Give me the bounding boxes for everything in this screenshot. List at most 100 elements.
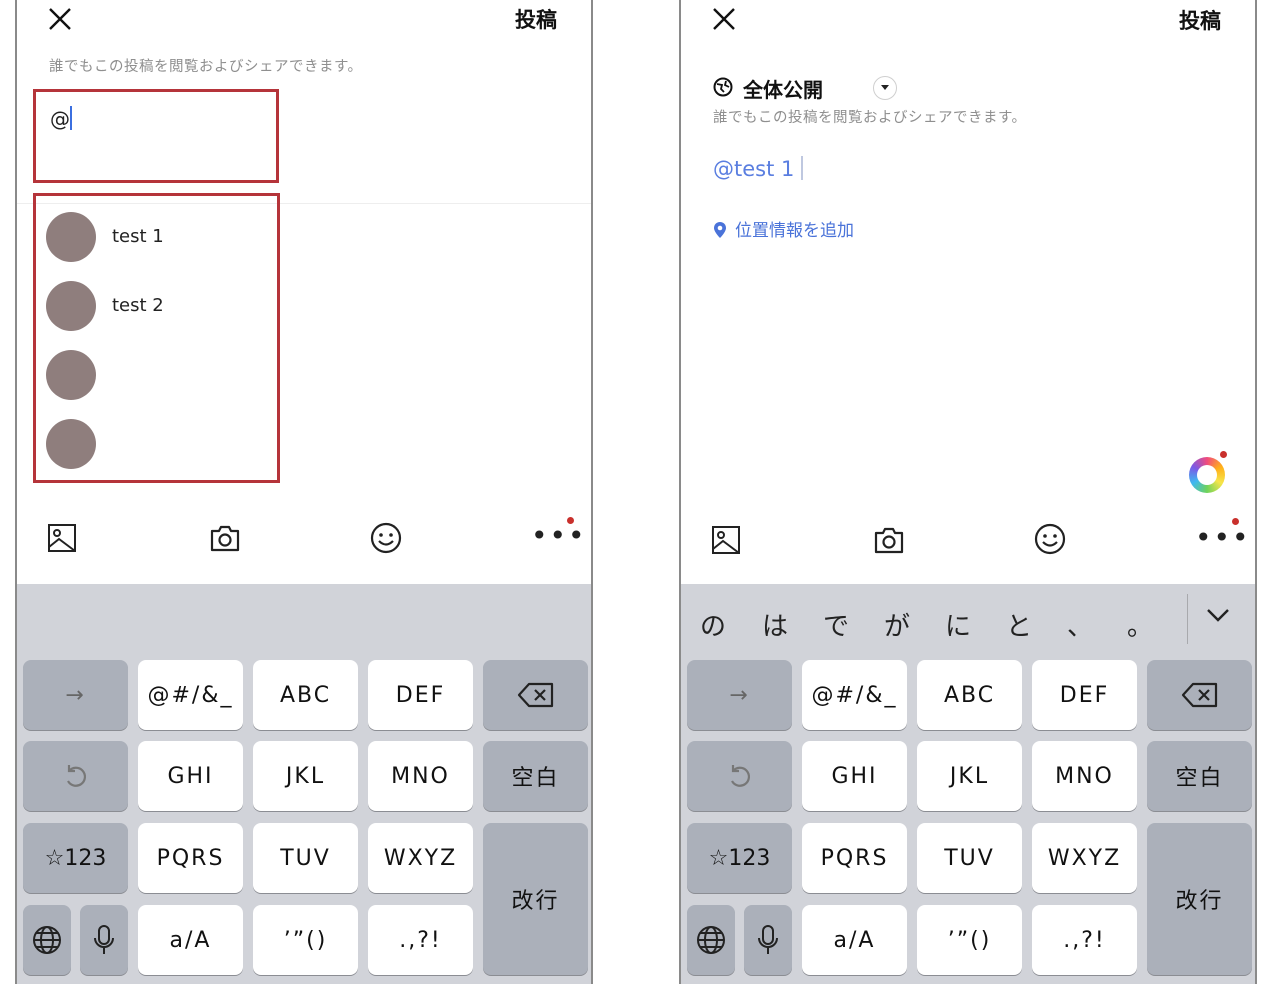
- key-punct[interactable]: .,?!: [1032, 905, 1137, 975]
- key-symbols[interactable]: @#/&_: [138, 660, 243, 730]
- backspace-icon: [1181, 682, 1217, 708]
- text-caret: [801, 156, 804, 180]
- key-case[interactable]: a/A: [138, 905, 243, 975]
- undo-icon: [730, 765, 750, 787]
- symbols-123-key[interactable]: ☆123: [687, 823, 792, 893]
- notification-dot: [1232, 518, 1239, 525]
- key-ghi[interactable]: GHI: [138, 741, 243, 811]
- prediction-bar: の は で が に と 、 。: [681, 584, 1255, 660]
- prediction-item[interactable]: 。: [1127, 606, 1153, 643]
- emoji-icon[interactable]: [1034, 523, 1066, 555]
- more-icon[interactable]: •••: [1195, 524, 1251, 552]
- right-screen: 投稿 全体公開 誰でもこの投稿を閲覧およびシェアできます。 @test 1 位置…: [679, 0, 1257, 984]
- chevron-down-icon[interactable]: [1205, 606, 1231, 628]
- prediction-item[interactable]: の: [700, 606, 726, 643]
- globe-icon: [697, 926, 725, 954]
- compose-input[interactable]: @test 1: [713, 156, 804, 181]
- camera-icon[interactable]: [873, 524, 905, 556]
- key-tuv[interactable]: TUV: [917, 823, 1022, 893]
- keyboard: → @#/&_ ABC DEF GHI JKL MNO 空白 ☆123 PQRS…: [17, 584, 591, 984]
- compose-input-text: @: [50, 107, 70, 131]
- visibility-hint: 誰でもこの投稿を閲覧およびシェアできます。: [713, 110, 1027, 126]
- prediction-item[interactable]: が: [884, 606, 910, 643]
- key-mno[interactable]: MNO: [368, 741, 473, 811]
- next-key[interactable]: →: [23, 660, 128, 730]
- compose-highlight: @: [33, 89, 279, 183]
- add-location-label: 位置情報を追加: [735, 221, 854, 241]
- close-icon[interactable]: [709, 4, 739, 34]
- more-icon[interactable]: •••: [531, 522, 587, 550]
- key-abc[interactable]: ABC: [917, 660, 1022, 730]
- key-quotes[interactable]: ’”(): [917, 905, 1022, 975]
- key-quotes[interactable]: ’”(): [253, 905, 358, 975]
- key-mno[interactable]: MNO: [1032, 741, 1137, 811]
- post-button[interactable]: 投稿: [1179, 5, 1221, 35]
- mention-item[interactable]: test 2: [46, 281, 266, 333]
- symbols-123-key[interactable]: ☆123: [23, 823, 128, 893]
- notification-dot: [567, 517, 574, 524]
- return-key[interactable]: 改行: [1147, 823, 1252, 975]
- image-icon[interactable]: [47, 523, 77, 553]
- key-pqrs[interactable]: PQRS: [138, 823, 243, 893]
- next-key[interactable]: →: [687, 660, 792, 730]
- location-pin-icon: [714, 222, 726, 238]
- chevron-down-icon[interactable]: [873, 76, 897, 100]
- close-icon[interactable]: [45, 4, 75, 34]
- key-case[interactable]: a/A: [802, 905, 907, 975]
- backspace-key[interactable]: [1147, 660, 1252, 730]
- compose-input[interactable]: @: [50, 106, 72, 131]
- mention-name: test 1: [112, 226, 164, 247]
- key-jkl[interactable]: JKL: [253, 741, 358, 811]
- key-def[interactable]: DEF: [1032, 660, 1137, 730]
- key-pqrs[interactable]: PQRS: [802, 823, 907, 893]
- mention-name: test 2: [112, 295, 164, 316]
- prediction-item[interactable]: で: [823, 606, 849, 643]
- avatar: [46, 350, 96, 400]
- undo-key[interactable]: [23, 741, 128, 811]
- prediction-item[interactable]: と: [1006, 606, 1032, 643]
- prediction-item[interactable]: 、: [1067, 606, 1093, 643]
- key-symbols[interactable]: @#/&_: [802, 660, 907, 730]
- mention-item[interactable]: [46, 350, 266, 402]
- microphone-icon: [758, 925, 778, 954]
- emoji-icon[interactable]: [370, 522, 402, 554]
- key-punct[interactable]: .,?!: [368, 905, 473, 975]
- undo-icon: [66, 765, 86, 787]
- text-caret: [70, 106, 72, 130]
- notification-dot: [1220, 451, 1227, 458]
- visibility-hint: 誰でもこの投稿を閲覧およびシェアできます。: [49, 59, 363, 75]
- post-button[interactable]: 投稿: [515, 4, 557, 34]
- prediction-item[interactable]: は: [762, 606, 788, 643]
- key-def[interactable]: DEF: [368, 660, 473, 730]
- left-screen: 投稿 誰でもこの投稿を閲覧およびシェアできます。 @ test 1 test 2…: [15, 0, 593, 984]
- divider: [1187, 594, 1188, 644]
- backspace-key[interactable]: [483, 660, 588, 730]
- mic-key[interactable]: [80, 905, 128, 975]
- key-jkl[interactable]: JKL: [917, 741, 1022, 811]
- globe-key[interactable]: [23, 905, 71, 975]
- key-wxyz[interactable]: WXYZ: [1032, 823, 1137, 893]
- mic-key[interactable]: [744, 905, 792, 975]
- camera-icon[interactable]: [209, 522, 241, 554]
- key-ghi[interactable]: GHI: [802, 741, 907, 811]
- mention-item[interactable]: [46, 419, 266, 471]
- prediction-item[interactable]: に: [945, 606, 971, 643]
- space-key[interactable]: 空白: [483, 741, 588, 811]
- key-abc[interactable]: ABC: [253, 660, 358, 730]
- key-wxyz[interactable]: WXYZ: [368, 823, 473, 893]
- space-key[interactable]: 空白: [1147, 741, 1252, 811]
- globe-key[interactable]: [687, 905, 735, 975]
- backspace-icon: [517, 682, 553, 708]
- image-icon[interactable]: [711, 525, 741, 555]
- globe-icon: [713, 77, 733, 97]
- add-location-link[interactable]: 位置情報を追加: [713, 216, 854, 241]
- key-tuv[interactable]: TUV: [253, 823, 358, 893]
- compose-input-text: @test 1: [713, 157, 795, 181]
- return-key[interactable]: 改行: [483, 823, 588, 975]
- avatar: [46, 281, 96, 331]
- microphone-icon: [94, 925, 114, 954]
- keyboard: の は で が に と 、 。 → @#/&_ ABC DEF GHI JKL …: [681, 584, 1255, 984]
- mention-item[interactable]: test 1: [46, 212, 266, 264]
- assistant-ring-icon[interactable]: [1189, 457, 1225, 493]
- undo-key[interactable]: [687, 741, 792, 811]
